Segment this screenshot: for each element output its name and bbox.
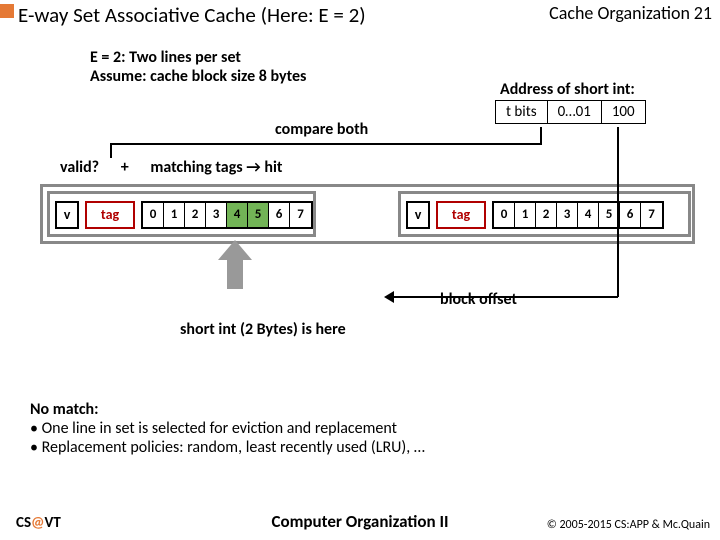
addr-offsetbits: 100: [602, 101, 645, 123]
byte-4: 4: [578, 203, 599, 227]
byte-array: 0 1 2 3 4 5 6 7: [492, 201, 664, 229]
byte-7: 7: [641, 203, 662, 227]
match-q: matching tags → hit: [150, 158, 282, 177]
arrow-left-icon: [384, 291, 394, 303]
address-label: Address of short int:: [500, 80, 635, 99]
topic-label: Cache Organization: [549, 2, 690, 24]
byte-6: 6: [269, 203, 290, 227]
block-offset-label: block offset: [440, 290, 517, 309]
valid-q: valid?: [60, 158, 99, 177]
cache-line-0: v tag 0 1 2 3 4 5 6 7: [47, 191, 316, 237]
cache-line-1: v tag 0 1 2 3 4 5 6 7: [398, 191, 691, 237]
accent-square: [0, 4, 14, 18]
connector: [110, 143, 542, 145]
tag-field: tag: [436, 201, 486, 229]
slide-title: E-way Set Associative Cache (Here: E = 2…: [18, 2, 366, 28]
byte-5: 5: [248, 203, 269, 227]
question-row: valid? + matching tags → hit: [60, 158, 282, 177]
valid-bit: v: [406, 201, 430, 229]
plus-icon: +: [121, 158, 129, 177]
footer-right: © 2005-2015 CS:APP & Mc.Quain: [547, 518, 710, 532]
tag-field: tag: [85, 201, 135, 229]
byte-0: 0: [494, 203, 515, 227]
byte-7: 7: [290, 203, 311, 227]
page-number: 21: [694, 2, 712, 24]
compare-label: compare both: [275, 120, 368, 139]
byte-3: 3: [557, 203, 578, 227]
connector: [110, 143, 112, 158]
addr-setbits: 0…01: [548, 101, 602, 123]
byte-2: 2: [185, 203, 206, 227]
nomatch-head: No match:: [30, 400, 425, 419]
nomatch-l2: • Replacement policies: random, least re…: [30, 438, 425, 457]
subtitle: E = 2: Two lines per set Assume: cache b…: [90, 48, 306, 86]
addr-tbits: t bits: [496, 101, 548, 123]
subtitle-line1: E = 2: Two lines per set: [90, 48, 306, 67]
arrow-up-icon: [218, 240, 252, 290]
connector: [617, 127, 619, 297]
address-box: t bits 0…01 100: [495, 100, 646, 124]
byte-1: 1: [515, 203, 536, 227]
subtitle-line2: Assume: cache block size 8 bytes: [90, 67, 306, 86]
cache-set: v tag 0 1 2 3 4 5 6 7 v tag 0 1 2 3 4 5 …: [40, 184, 695, 244]
nomatch-l1: • One line in set is selected for evicti…: [30, 419, 425, 438]
byte-array: 0 1 2 3 4 5 6 7: [141, 201, 313, 229]
byte-4: 4: [227, 203, 248, 227]
byte-3: 3: [206, 203, 227, 227]
nomatch-text: No match: • One line in set is selected …: [30, 400, 425, 457]
byte-0: 0: [143, 203, 164, 227]
shortint-label: short int (2 Bytes) is here: [180, 320, 346, 339]
byte-2: 2: [536, 203, 557, 227]
byte-1: 1: [164, 203, 185, 227]
byte-6: 6: [620, 203, 641, 227]
valid-bit: v: [55, 201, 79, 229]
